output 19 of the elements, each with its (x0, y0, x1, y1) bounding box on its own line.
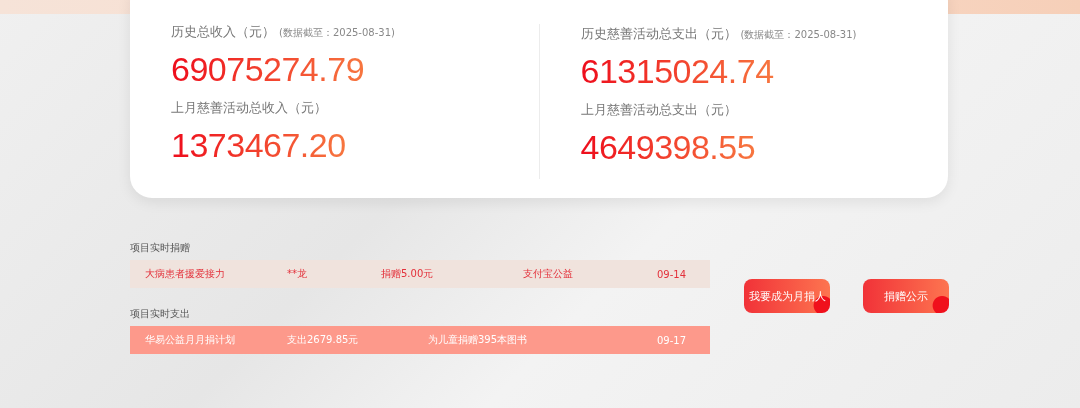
feed-cell-text: 支付宝公益 (523, 267, 574, 281)
feed-cell-text: 支出2679.85元 (287, 333, 360, 347)
stat-label: 上月慈善活动总收入（元） (171, 99, 328, 117)
date-note: (数据截至：2025-08-31) (279, 26, 395, 40)
date-note: (数据截至：2025-08-31) (740, 28, 857, 42)
stat-label: 历史慈善活动总支出（元） (580, 25, 737, 43)
section-title: 项目实时捐赠 (130, 242, 191, 254)
feed-cell-text: 大病患者援爱接力 (145, 267, 226, 281)
feed-cell-text: **龙 (287, 267, 308, 281)
stat-label: 上月慈善活动总支出（元） (580, 101, 738, 119)
action-button[interactable]: 捐赠公示 (863, 279, 949, 313)
feed-cell-text: 华易公益月月捐计划 (145, 333, 236, 347)
feed-cell: 09-14 (657, 268, 687, 280)
action-button[interactable]: 我要成为月捐人 (744, 279, 830, 313)
stat-label: 历史总收入（元） (171, 23, 275, 41)
section-title: 项目实时支出 (130, 308, 191, 320)
feed-cell: 09-17 (657, 334, 687, 346)
feed-cell-text: 捐赠5.00元 (381, 267, 435, 281)
feed-cell-text: 为儿童捐赠395本图书 (428, 333, 529, 347)
